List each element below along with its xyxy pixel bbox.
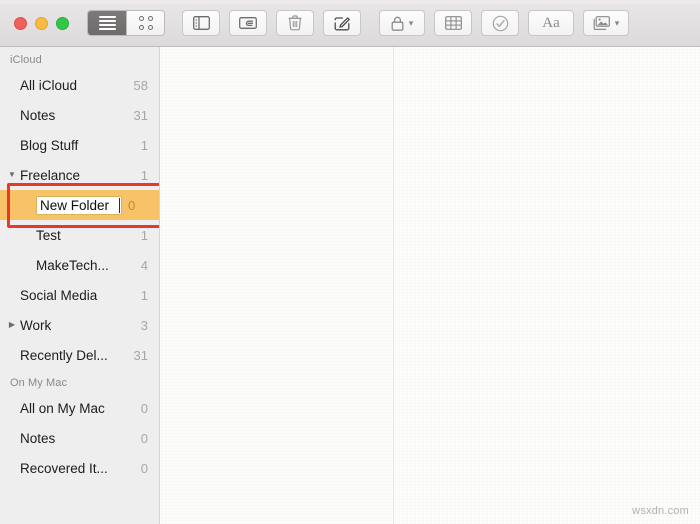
sidebar-item-count: 0 <box>140 400 148 416</box>
new-note-button[interactable] <box>323 10 361 36</box>
table-icon <box>444 16 462 30</box>
disclosure-triangle: ▶ <box>4 464 20 472</box>
sidebar-item-count: 0 <box>140 430 148 446</box>
note-editor-pane[interactable]: wsxdn.com <box>395 47 700 524</box>
disclosure-triangle: ▶ <box>4 291 20 299</box>
disclosure-triangle: ▶ <box>4 201 20 209</box>
sidebar-item-notes-local[interactable]: ▶ Notes 0 <box>0 423 159 453</box>
section-header-icloud: iCloud <box>10 54 42 66</box>
sidebar-item-label: Notes <box>20 107 56 123</box>
sidebar-item-count: 1 <box>140 287 148 303</box>
sidebar-item-label: Blog Stuff <box>20 137 79 153</box>
sidebar-item-count: 4 <box>140 257 148 273</box>
paper-texture <box>395 47 700 524</box>
sidebar-item-recently-deleted[interactable]: ▶ Recently Del... 31 <box>0 340 159 370</box>
trash-icon <box>288 15 302 31</box>
disclosure-triangle-collapsed[interactable]: ▶ <box>4 321 20 329</box>
sidebar-item-work[interactable]: ▶ Work 3 <box>0 310 159 340</box>
insert-table-button[interactable] <box>434 10 472 36</box>
folders-sidebar[interactable]: iCloud ▶ All iCloud 58 ▶ Notes 31 ▶ Blog… <box>0 47 160 524</box>
sidebar-item-count: 58 <box>133 77 148 93</box>
sidebar-item-count: 31 <box>133 347 148 363</box>
sidebar-item-all-icloud[interactable]: ▶ All iCloud 58 <box>0 70 159 100</box>
sidebar-item-count: 31 <box>133 107 148 123</box>
sidebar-item-recovered-items[interactable]: ▶ Recovered It... 0 <box>0 453 159 483</box>
disclosure-triangle-expanded[interactable]: ▼ <box>4 171 20 179</box>
sidebar-item-count: 0 <box>128 197 136 213</box>
sidebar-item-label: Recently Del... <box>20 347 108 363</box>
titlebar-top-highlight <box>0 0 700 4</box>
zoom-button[interactable] <box>56 16 69 30</box>
sidebar-item-count: 0 <box>140 460 148 476</box>
sidebar-item-label: Social Media <box>20 287 98 303</box>
window-controls <box>14 16 69 30</box>
close-button[interactable] <box>14 16 27 30</box>
disclosure-triangle: ▶ <box>4 434 20 442</box>
disclosure-triangle: ▶ <box>4 261 20 269</box>
media-icon <box>593 16 610 30</box>
sidebar-item-count: 1 <box>140 137 148 153</box>
watermark: wsxdn.com <box>632 505 689 517</box>
sidebar-item-social-media[interactable]: ▶ Social Media 1 <box>0 280 159 310</box>
disclosure-triangle: ▶ <box>4 141 20 149</box>
checklist-button[interactable] <box>481 10 519 36</box>
lock-icon <box>391 16 404 31</box>
lock-note-button[interactable]: ▾ <box>379 10 425 36</box>
delete-button[interactable] <box>276 10 314 36</box>
attachments-button[interactable] <box>229 10 267 36</box>
sidebar-item-label: All iCloud <box>20 77 78 93</box>
grid-view-button[interactable] <box>126 11 164 35</box>
window-body: iCloud ▶ All iCloud 58 ▶ Notes 31 ▶ Blog… <box>0 47 700 524</box>
insert-media-button[interactable]: ▾ <box>583 10 629 36</box>
grid-icon <box>138 16 153 30</box>
folder-name-value: New Folder <box>40 197 110 213</box>
text-caret <box>110 197 121 213</box>
sidebar-item-new-folder[interactable]: ▶ New Folder 0 <box>0 190 159 220</box>
sidebar-item-count: 1 <box>140 167 148 183</box>
sidebar-item-blog-stuff[interactable]: ▶ Blog Stuff 1 <box>0 130 159 160</box>
toolbar: ▾ Aa ▾ <box>0 0 700 47</box>
folder-name-input[interactable]: New Folder <box>36 195 123 215</box>
compose-icon <box>334 17 350 31</box>
sidebar-icon <box>192 16 210 30</box>
disclosure-triangle: ▶ <box>4 351 20 359</box>
toolbar-buttons: ▾ Aa ▾ <box>87 10 638 36</box>
notes-list-pane[interactable] <box>161 47 394 524</box>
attachments-icon <box>238 17 257 29</box>
sidebar-toggle-button[interactable] <box>182 10 220 36</box>
view-mode-segmented-control <box>87 10 165 36</box>
sidebar-item-label: Work <box>20 317 52 333</box>
list-view-button[interactable] <box>88 11 126 35</box>
disclosure-triangle: ▶ <box>4 81 20 89</box>
list-icon <box>98 14 116 32</box>
format-button[interactable]: Aa <box>528 10 574 36</box>
notes-window: ▾ Aa ▾ iCloud All iCloud 58 Notes 31 Blo… <box>0 0 700 524</box>
sidebar-item-label: Freelance <box>20 167 81 183</box>
sidebar-item-notes-icloud[interactable]: ▶ Notes 31 <box>0 100 159 130</box>
chevron-down-icon: ▾ <box>614 17 620 28</box>
minimize-button[interactable] <box>35 16 48 30</box>
sidebar-item-all-on-my-mac[interactable]: ▶ All on My Mac 0 <box>0 393 159 423</box>
sidebar-item-label: Test <box>36 227 61 243</box>
paper-texture <box>161 47 393 524</box>
disclosure-triangle: ▶ <box>4 111 20 119</box>
disclosure-triangle: ▶ <box>4 231 20 239</box>
sidebar-item-label: Recovered It... <box>20 460 108 476</box>
sidebar-item-freelance[interactable]: ▼ Freelance 1 <box>0 160 159 190</box>
sidebar-item-count: 3 <box>140 317 148 333</box>
check-circle-icon <box>492 15 508 31</box>
sidebar-item-label: Notes <box>20 430 56 446</box>
disclosure-triangle: ▶ <box>4 404 20 412</box>
sidebar-item-label: MakeTech... <box>36 257 109 273</box>
section-header-on-my-mac: On My Mac <box>10 377 68 389</box>
sidebar-item-count: 1 <box>140 227 148 243</box>
chevron-down-icon: ▾ <box>408 17 414 28</box>
format-label: Aa <box>542 14 560 31</box>
sidebar-item-maketech[interactable]: ▶ MakeTech... 4 <box>0 250 159 280</box>
sidebar-item-label: All on My Mac <box>20 400 105 416</box>
sidebar-item-test[interactable]: ▶ Test 1 <box>0 220 159 250</box>
